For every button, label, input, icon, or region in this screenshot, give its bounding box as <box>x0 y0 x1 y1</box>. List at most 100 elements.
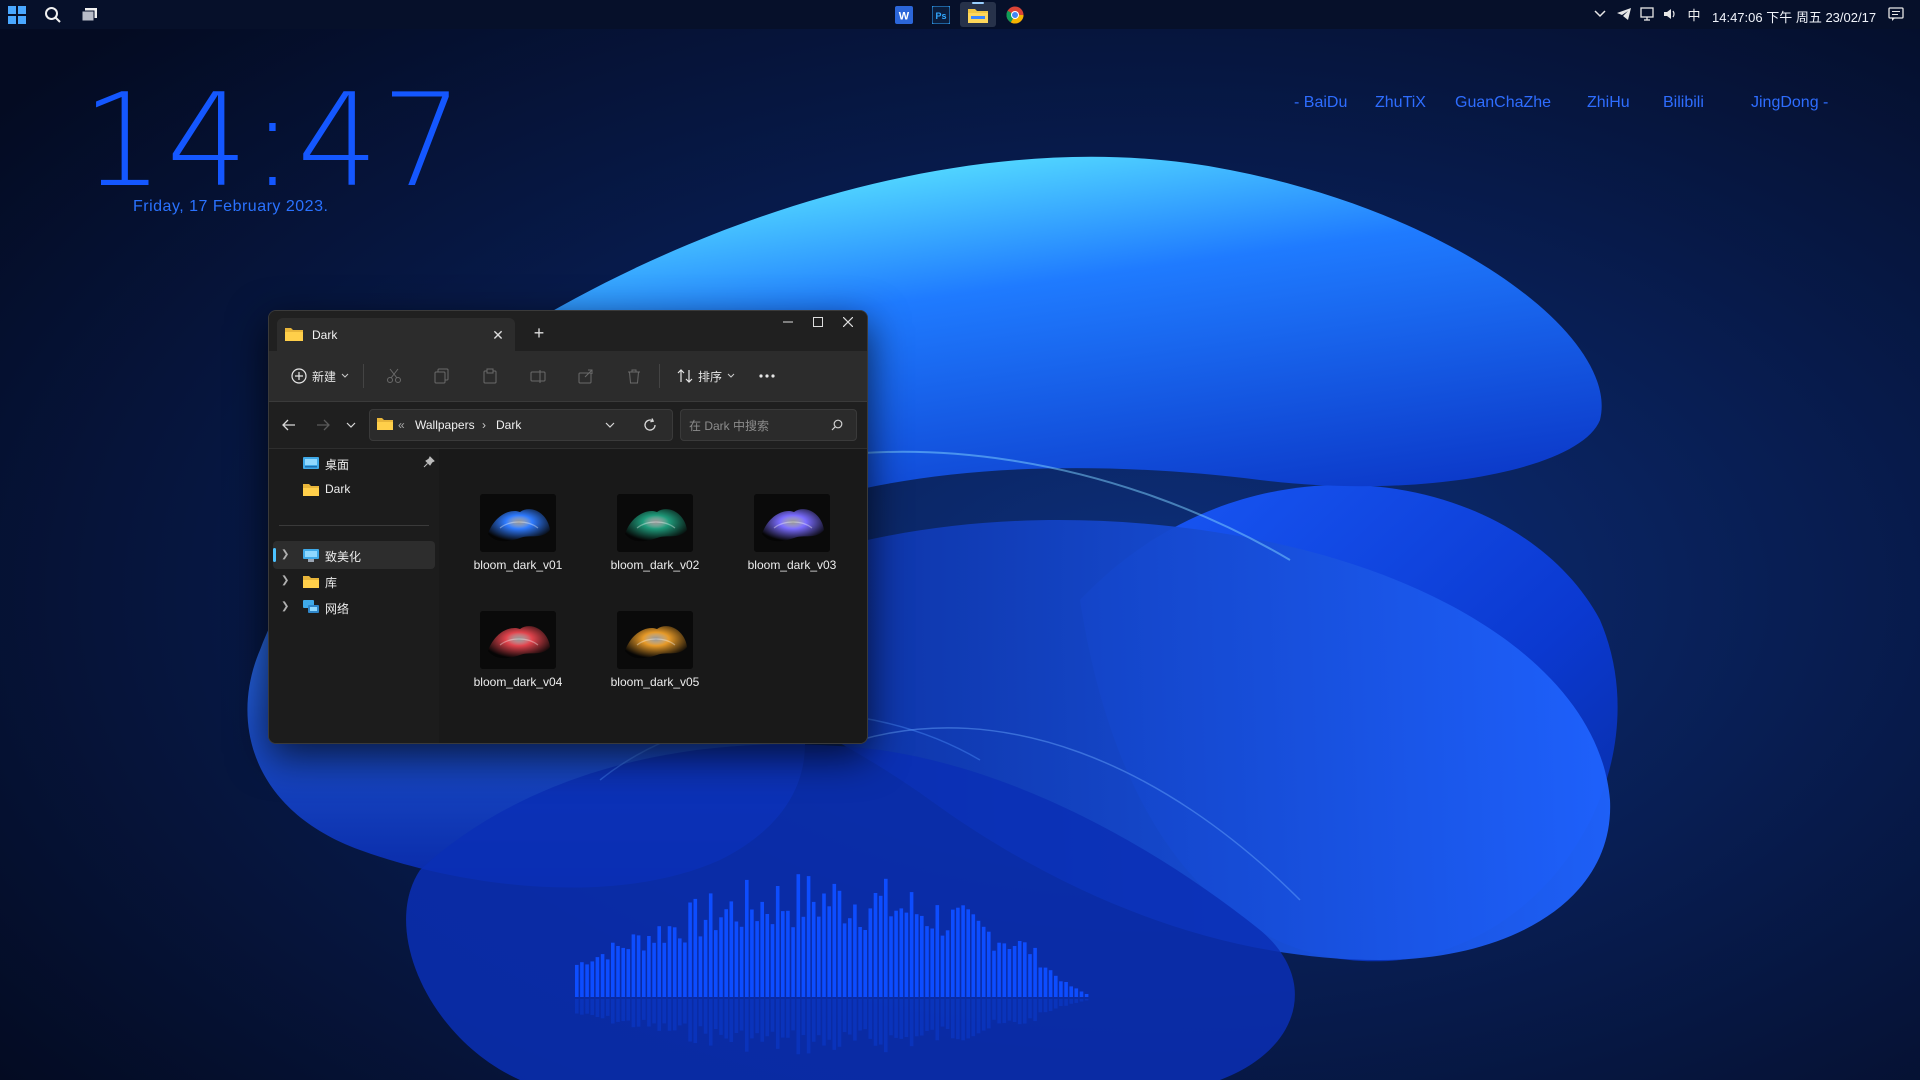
library-folder-icon <box>303 576 319 588</box>
link-guanchazhe[interactable]: GuanChaZhe <box>1455 94 1551 112</box>
tray-overflow-button[interactable] <box>1590 4 1610 24</box>
image-thumbnail <box>754 494 830 552</box>
taskbar-app-word[interactable]: W <box>886 2 922 27</box>
back-button[interactable] <box>277 414 301 436</box>
tray-telegram[interactable] <box>1614 4 1634 24</box>
nav-item-network[interactable]: ❯ 网络 <box>273 593 435 621</box>
taskbar-app-chrome[interactable] <box>997 2 1033 27</box>
address-bar[interactable]: « Wallpapers › Dark <box>369 409 673 441</box>
new-button-label: 新建 <box>311 369 336 384</box>
sort-button[interactable]: 排序 <box>673 363 739 389</box>
file-item[interactable]: bloom_dark_v05 <box>595 611 715 701</box>
chevron-right-icon[interactable]: ❯ <box>281 549 289 560</box>
tray-ime[interactable]: 中 <box>1684 4 1704 24</box>
breadcrumb-overflow[interactable]: « <box>398 418 405 432</box>
taskbar: W Ps 中 14:47:06 下午 周五 23/02/17 <box>0 0 1920 29</box>
link-jingdong[interactable]: JingDong - <box>1751 94 1828 112</box>
refresh-icon[interactable] <box>643 418 657 432</box>
network-icon <box>303 600 319 613</box>
image-thumbnail <box>480 611 556 669</box>
sort-icon <box>677 369 693 383</box>
minimize-button[interactable] <box>773 311 803 333</box>
speaker-icon <box>1664 9 1675 19</box>
desktop-icon <box>303 457 319 469</box>
taskbar-app-photoshop[interactable]: Ps <box>923 2 959 27</box>
breadcrumb-wallpapers[interactable]: Wallpapers <box>415 418 475 432</box>
nav-item-label: 库 <box>325 576 338 590</box>
copy-icon <box>434 368 449 384</box>
nav-item-this-pc[interactable]: ❯ 致美化 <box>273 541 435 569</box>
maximize-button[interactable] <box>803 311 833 333</box>
share-icon <box>578 369 593 384</box>
folder-icon <box>285 328 303 341</box>
delete-button[interactable] <box>621 363 647 389</box>
tray-clock[interactable]: 14:47:06 下午 周五 23/02/17 <box>1712 7 1876 26</box>
file-explorer-window: Dark ✕ + 新建 排序 « Wallpapers › Dark 在 Dar… <box>268 310 868 744</box>
file-item[interactable]: bloom_dark_v03 <box>732 494 852 584</box>
tray-notifications[interactable] <box>1886 4 1906 24</box>
file-item[interactable]: bloom_dark_v02 <box>595 494 715 584</box>
cut-button[interactable] <box>381 363 407 389</box>
image-thumbnail <box>617 611 693 669</box>
file-item[interactable]: bloom_dark_v04 <box>458 611 578 701</box>
title-bar[interactable]: Dark ✕ + <box>269 311 867 351</box>
network-monitor-icon <box>1640 7 1654 21</box>
rename-button[interactable] <box>525 363 551 389</box>
nav-item-label: 致美化 <box>325 550 362 564</box>
nav-item-label: 桌面 <box>325 458 350 472</box>
taskbar-app-file-explorer[interactable] <box>960 2 996 27</box>
search-button[interactable] <box>41 3 65 27</box>
nav-item-dark[interactable]: Dark <box>273 475 435 503</box>
chevron-right-icon[interactable]: ❯ <box>281 575 289 586</box>
address-bar-row: « Wallpapers › Dark <box>269 402 867 449</box>
file-name: bloom_dark_v04 <box>473 675 563 689</box>
forward-button[interactable] <box>311 414 335 436</box>
file-explorer-icon <box>968 8 988 23</box>
close-icon: ✕ <box>492 326 504 343</box>
start-button[interactable] <box>5 3 29 27</box>
share-button[interactable] <box>573 363 599 389</box>
paper-plane-icon <box>1617 8 1631 20</box>
windows-logo-icon <box>8 6 26 24</box>
tray-volume[interactable] <box>1660 4 1680 24</box>
search-icon <box>45 7 61 23</box>
task-view-button[interactable] <box>78 3 102 27</box>
command-bar: 新建 排序 <box>269 351 867 402</box>
folder-icon <box>377 418 393 430</box>
search-icon[interactable] <box>831 419 843 431</box>
tab-dark[interactable]: Dark ✕ <box>277 318 515 351</box>
pin-icon[interactable] <box>423 456 435 468</box>
tray-network[interactable] <box>1638 4 1658 24</box>
word-icon: W <box>895 5 913 24</box>
nav-item-libraries[interactable]: ❯ 库 <box>273 567 435 595</box>
tab-close-button[interactable]: ✕ <box>487 324 509 346</box>
file-name: bloom_dark_v02 <box>610 558 700 572</box>
toolbar-divider <box>363 364 364 388</box>
chevron-down-icon <box>346 422 356 428</box>
nav-item-desktop[interactable]: 桌面 <box>273 449 435 477</box>
link-zhihu[interactable]: ZhiHu <box>1587 94 1630 112</box>
link-baidu[interactable]: - BaiDu <box>1294 94 1347 112</box>
file-item[interactable]: bloom_dark_v01 <box>458 494 578 584</box>
paste-button[interactable] <box>477 363 503 389</box>
breadcrumb-dark[interactable]: Dark <box>496 418 521 432</box>
svg-text:Ps: Ps <box>935 11 946 21</box>
new-button[interactable]: 新建 <box>287 363 353 389</box>
toolbar-divider <box>659 364 660 388</box>
link-bilibili[interactable]: Bilibili <box>1663 94 1704 112</box>
link-zhutix[interactable]: ZhuTiX <box>1375 94 1426 112</box>
image-thumbnail <box>617 494 693 552</box>
scissors-icon <box>387 368 401 383</box>
recent-locations-button[interactable] <box>339 414 363 436</box>
chevron-right-icon[interactable]: ❯ <box>281 601 289 612</box>
chrome-icon <box>1006 6 1024 23</box>
notification-center-icon <box>1888 7 1904 21</box>
close-window-button[interactable] <box>833 311 863 333</box>
copy-button[interactable] <box>429 363 455 389</box>
task-view-icon <box>81 8 97 22</box>
more-options-button[interactable] <box>753 363 781 389</box>
file-list: bloom_dark_v01 bloom_dark_v02 bloom_dark_v… <box>439 449 867 743</box>
new-tab-button[interactable]: + <box>527 322 551 344</box>
chevron-down-icon[interactable] <box>605 422 615 428</box>
search-input[interactable] <box>687 416 831 436</box>
